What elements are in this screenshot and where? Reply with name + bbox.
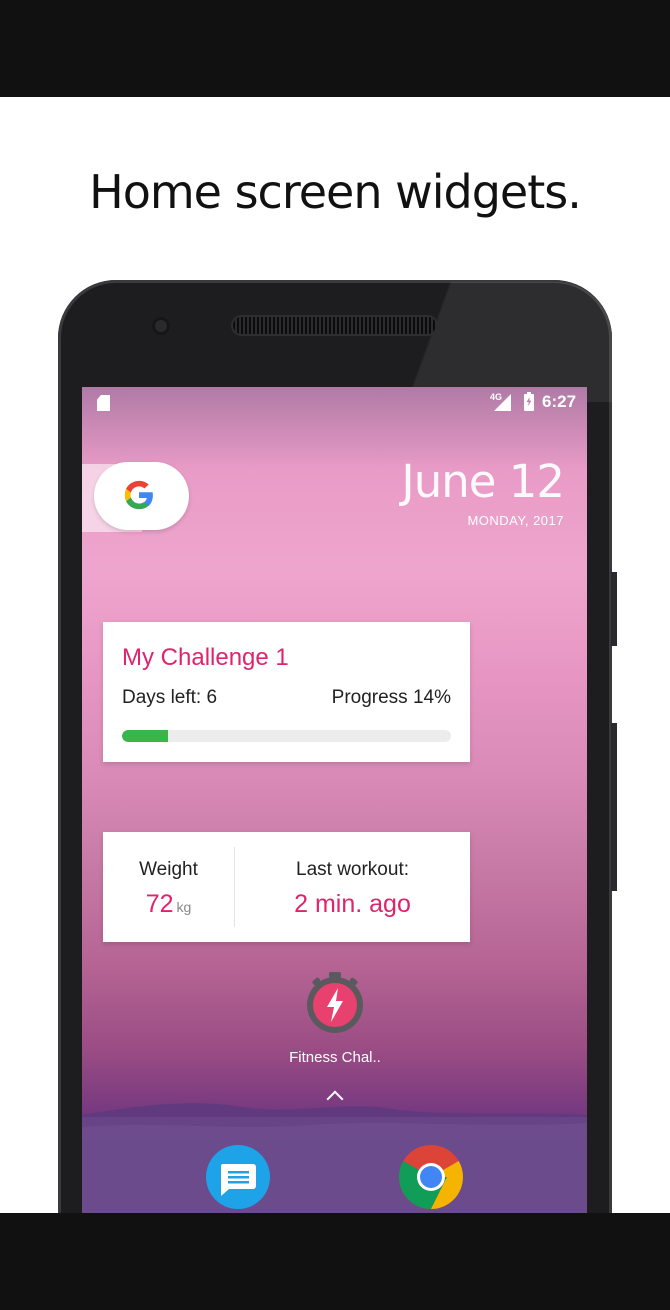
weight-value: 72: [145, 890, 174, 918]
sd-card-icon: [97, 395, 110, 411]
earpiece-speaker: [233, 317, 436, 334]
last-workout-label: Last workout:: [296, 859, 409, 880]
weight-label: Weight: [139, 859, 198, 880]
stats-widget[interactable]: Weight 72 kg Last workout: 2 min. ago: [103, 832, 470, 942]
app-shortcut-label[interactable]: Fitness Chal..: [252, 1049, 418, 1066]
weight-value-group: 72 kg: [103, 890, 234, 919]
last-workout-value: 2 min. ago: [294, 890, 411, 918]
challenge-widget[interactable]: My Challenge 1 Days left: 6 Progress 14%: [103, 622, 470, 762]
home-weekday-year: MONDAY, 2017: [467, 513, 564, 528]
weight-unit: kg: [176, 899, 192, 915]
battery-charging-icon: [524, 392, 534, 411]
home-date[interactable]: June 12: [332, 455, 565, 508]
dock-background: [82, 1117, 587, 1213]
status-clock: 6:27: [542, 392, 577, 411]
phone-screen: 4G 6:27 June 12 MONDAY, 2017 My Challeng…: [82, 387, 587, 1213]
bottom-black-bar: [0, 1213, 670, 1310]
days-left-label: Days left: 6: [122, 687, 218, 708]
progress-label: Progress 14%: [331, 687, 451, 708]
stopwatch-bolt-icon[interactable]: [303, 970, 367, 1034]
network-type-label: 4G: [490, 392, 503, 402]
status-bar: 4G 6:27: [82, 387, 587, 419]
page-headline: Home screen widgets.: [89, 165, 582, 219]
google-g-icon: [124, 480, 153, 510]
top-black-bar: [0, 0, 670, 97]
progress-bar-fill: [122, 730, 169, 742]
google-search-widget[interactable]: [94, 462, 189, 530]
power-button: [611, 572, 617, 646]
phone-sheen: [398, 282, 612, 402]
messages-icon[interactable]: [205, 1144, 271, 1210]
volume-button: [611, 723, 617, 891]
front-camera: [152, 317, 170, 335]
challenge-title: My Challenge 1: [122, 644, 289, 671]
progress-bar: [122, 730, 451, 742]
chrome-icon[interactable]: [398, 1144, 464, 1210]
